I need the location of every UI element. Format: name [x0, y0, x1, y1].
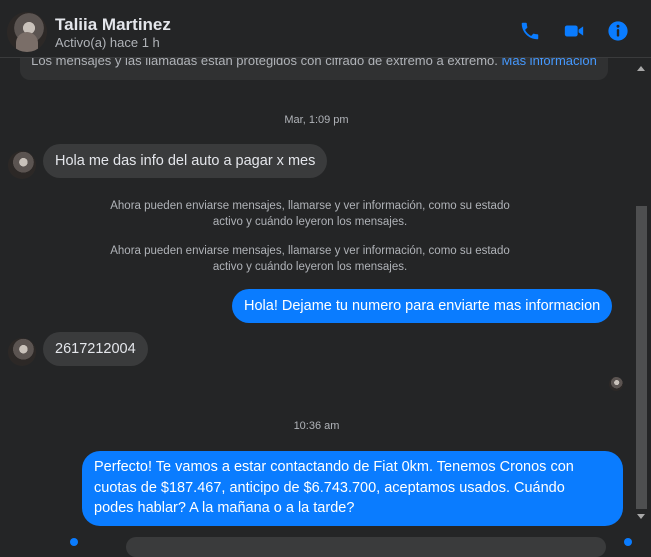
sender-avatar[interactable] [8, 151, 36, 179]
scroll-up-arrow-icon[interactable] [637, 66, 645, 71]
scroll-down-arrow-icon[interactable] [637, 514, 645, 519]
system-message-line: Ahora pueden enviarse mensajes, llamarse… [110, 245, 510, 257]
sender-avatar[interactable] [8, 338, 36, 366]
message-line: Perfecto! Te vamos a estar contactando d… [94, 459, 574, 475]
message-input[interactable] [126, 537, 606, 557]
outgoing-message[interactable]: Hola! Dejame tu numero para enviarte mas… [232, 289, 613, 323]
timestamp: 10:36 am [293, 420, 340, 432]
contact-avatar[interactable] [7, 12, 47, 52]
phone-icon[interactable] [519, 20, 541, 42]
message-list[interactable]: Los mensajes y las llamadas están proteg… [0, 58, 633, 546]
system-message-line: activo y cuándo leyeron los mensajes. [212, 216, 408, 228]
system-message: Ahora pueden enviarse mensajes, llamarse… [70, 243, 550, 275]
video-camera-icon[interactable] [563, 20, 585, 42]
encryption-text: Los mensajes y las llamadas están proteg… [31, 58, 498, 68]
contact-status: Activo(a) hace 1 h [55, 35, 160, 50]
incoming-message[interactable]: 2617212004 [43, 332, 148, 366]
system-message-line: Ahora pueden enviarse mensajes, llamarse… [110, 200, 510, 212]
outgoing-message[interactable]: Perfecto! Te vamos a estar contactando d… [82, 451, 623, 526]
more-info-link[interactable]: Más información [502, 58, 597, 68]
info-icon[interactable] [607, 20, 629, 42]
system-message: Ahora pueden enviarse mensajes, llamarse… [70, 198, 550, 230]
scrollbar-thumb[interactable] [636, 206, 647, 509]
timestamp: Mar, 1:09 pm [284, 114, 349, 126]
chat-header: Taliia Martinez Activo(a) hace 1 h [0, 0, 651, 58]
message-line: podes hablar? A la mañana o a la tarde? [94, 500, 355, 516]
message-line: cuotas de $187.467, anticipo de $6.743.7… [94, 479, 565, 496]
like-icon[interactable] [624, 538, 632, 546]
read-receipt-avatar [609, 377, 623, 391]
system-message-line: activo y cuándo leyeron los mensajes. [212, 261, 408, 273]
contact-name[interactable]: Taliia Martinez [55, 15, 171, 35]
composer-action-icon[interactable] [70, 538, 78, 546]
incoming-message[interactable]: Hola me das info del auto a pagar x mes [43, 144, 328, 178]
encryption-notice: Los mensajes y las llamadas están proteg… [20, 58, 608, 80]
